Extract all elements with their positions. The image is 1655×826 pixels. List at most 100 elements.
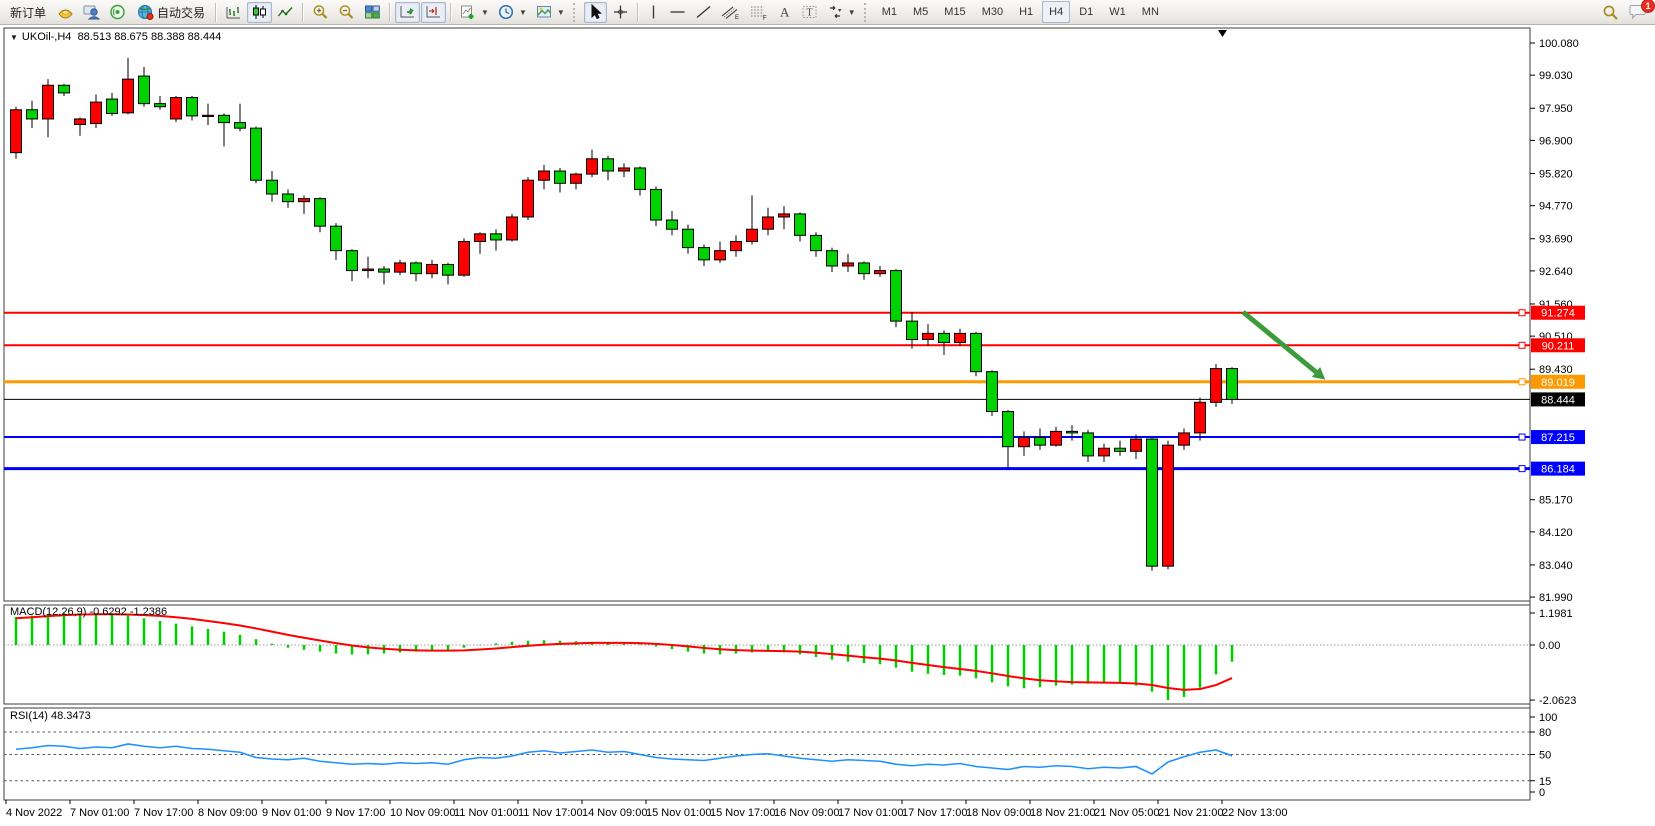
timeframe-button-D1[interactable]: D1 [1072,1,1100,23]
line-chart-button[interactable] [273,2,298,23]
tile-windows-button[interactable] [360,2,385,23]
candle-bearish [667,220,678,229]
candle-bearish [811,235,822,250]
candle-bearish [987,372,998,412]
period-clock-button[interactable]: ▼ [494,2,531,23]
candle-bullish [779,214,790,217]
macd-tick-label: -2.0623 [1539,695,1576,707]
add-indicator-button[interactable]: ▼ [456,2,493,23]
date-tick-label: 11 Nov 01:00 [454,807,519,819]
main-toolbar: 新订单 自动交易 ▼ ▼ ▼ E F A T ▼ M1M5M15M30H1H4D… [0,0,1655,25]
horizontal-line-icon [669,4,686,20]
candle-bearish [795,214,806,235]
template-button[interactable]: ▼ [532,2,569,23]
bar-chart-button[interactable] [221,2,246,23]
candle-bearish [155,104,166,107]
timeframe-button-M15[interactable]: M15 [937,1,972,23]
price-level-badge-label: 91.274 [1541,308,1575,320]
date-tick-label: 10 Nov 09:00 [390,807,455,819]
candle-bullish [1019,438,1030,447]
chart-shift-button[interactable] [421,2,446,23]
timeframe-button-W1[interactable]: W1 [1102,1,1133,23]
candle-bullish [363,269,374,271]
timeframe-button-M30[interactable]: M30 [975,1,1010,23]
candle-bearish [1227,369,1238,400]
template-icon [536,4,553,20]
autotrade-button[interactable]: 自动交易 [131,2,211,23]
candle-bullish [123,79,134,113]
candle-bullish [43,85,54,119]
candle-bearish [235,123,246,129]
timeframe-button-M5[interactable]: M5 [906,1,935,23]
candle-bullish [299,199,310,202]
candle-bearish [891,271,902,322]
zoom-in-button[interactable] [308,2,333,23]
auto-scroll-button[interactable] [395,2,420,23]
toolbar-drag-handle[interactable] [864,3,871,22]
fibonacci-button[interactable]: F [745,2,772,23]
toolbar-separator [302,3,304,22]
text-icon: A [777,4,792,20]
channel-button[interactable]: E [717,2,744,23]
timeframe-button-H4[interactable]: H4 [1042,1,1070,23]
date-tick-label: 21 Nov 05:00 [1094,807,1159,819]
label-button[interactable]: T [797,2,822,23]
new-order-button[interactable]: 新订单 [4,2,52,23]
candle-bullish [539,171,550,180]
candle-bearish [1083,433,1094,456]
zoom-out-button[interactable] [334,2,359,23]
chevron-down-icon: ▼ [481,8,489,17]
candle-bullish [731,241,742,250]
chevron-down-icon: ▼ [557,8,565,17]
price-level-badge-label: 88.444 [1541,394,1575,406]
timeframe-button-M1[interactable]: M1 [875,1,904,23]
vertical-line-button[interactable] [643,2,664,23]
timeframe-button-H1[interactable]: H1 [1012,1,1040,23]
candle-bearish [603,159,614,171]
search-button[interactable] [1598,2,1623,23]
cursor-button[interactable] [584,2,607,23]
globe-icon [137,4,154,20]
crosshair-button[interactable] [608,2,633,23]
date-tick-label: 7 Nov 01:00 [70,807,129,819]
candle-bearish [315,199,326,227]
chevron-down-icon: ▼ [848,8,856,17]
price-tick-label: 100.080 [1539,38,1579,50]
date-tick-label: 17 Nov 17:00 [902,807,967,819]
candle-bearish [347,251,358,271]
candle-bearish [491,234,502,240]
timeframe-group: M1M5M15M30H1H4D1W1MN [875,1,1166,23]
horizontal-line-button[interactable] [665,2,690,23]
candle-bearish [907,321,918,339]
arrows-tool-button[interactable]: ▼ [823,2,860,23]
candle-bullish [1051,431,1062,445]
text-button[interactable]: A [773,2,796,23]
toolbar-drag-handle[interactable] [573,3,580,22]
broadcast-button[interactable] [105,2,130,23]
candle-bearish [59,85,70,93]
date-tick-label: 15 Nov 17:00 [710,807,775,819]
price-tick-label: 84.120 [1539,527,1573,539]
chart-canvas[interactable]: 100.08099.03097.95096.90095.82094.77093.… [0,0,1655,826]
autotrade-label: 自动交易 [157,4,205,21]
label-icon: T [801,4,818,20]
timeframe-button-MN[interactable]: MN [1135,1,1166,23]
date-tick-label: 14 Nov 09:00 [582,807,647,819]
candle-bearish [411,263,422,274]
terminal-user-button[interactable] [79,2,104,23]
price-level-badge-label: 90.211 [1542,340,1575,352]
clock-icon [498,4,515,20]
candle-bullish [763,217,774,229]
candlestick-chart-button[interactable] [247,2,272,23]
zoom-in-icon [312,4,329,20]
trendline-button[interactable] [691,2,716,23]
date-tick-label: 17 Nov 01:00 [838,807,903,819]
chat-button[interactable]: 1 [1624,2,1651,23]
level-endpoint-marker [1519,379,1525,385]
candle-bearish [187,98,198,116]
svg-text:E: E [735,15,739,20]
candle-bearish [683,229,694,247]
broadcast-icon [109,4,126,20]
gold-ingot-button[interactable] [53,2,78,23]
candle-bullish [587,159,598,174]
